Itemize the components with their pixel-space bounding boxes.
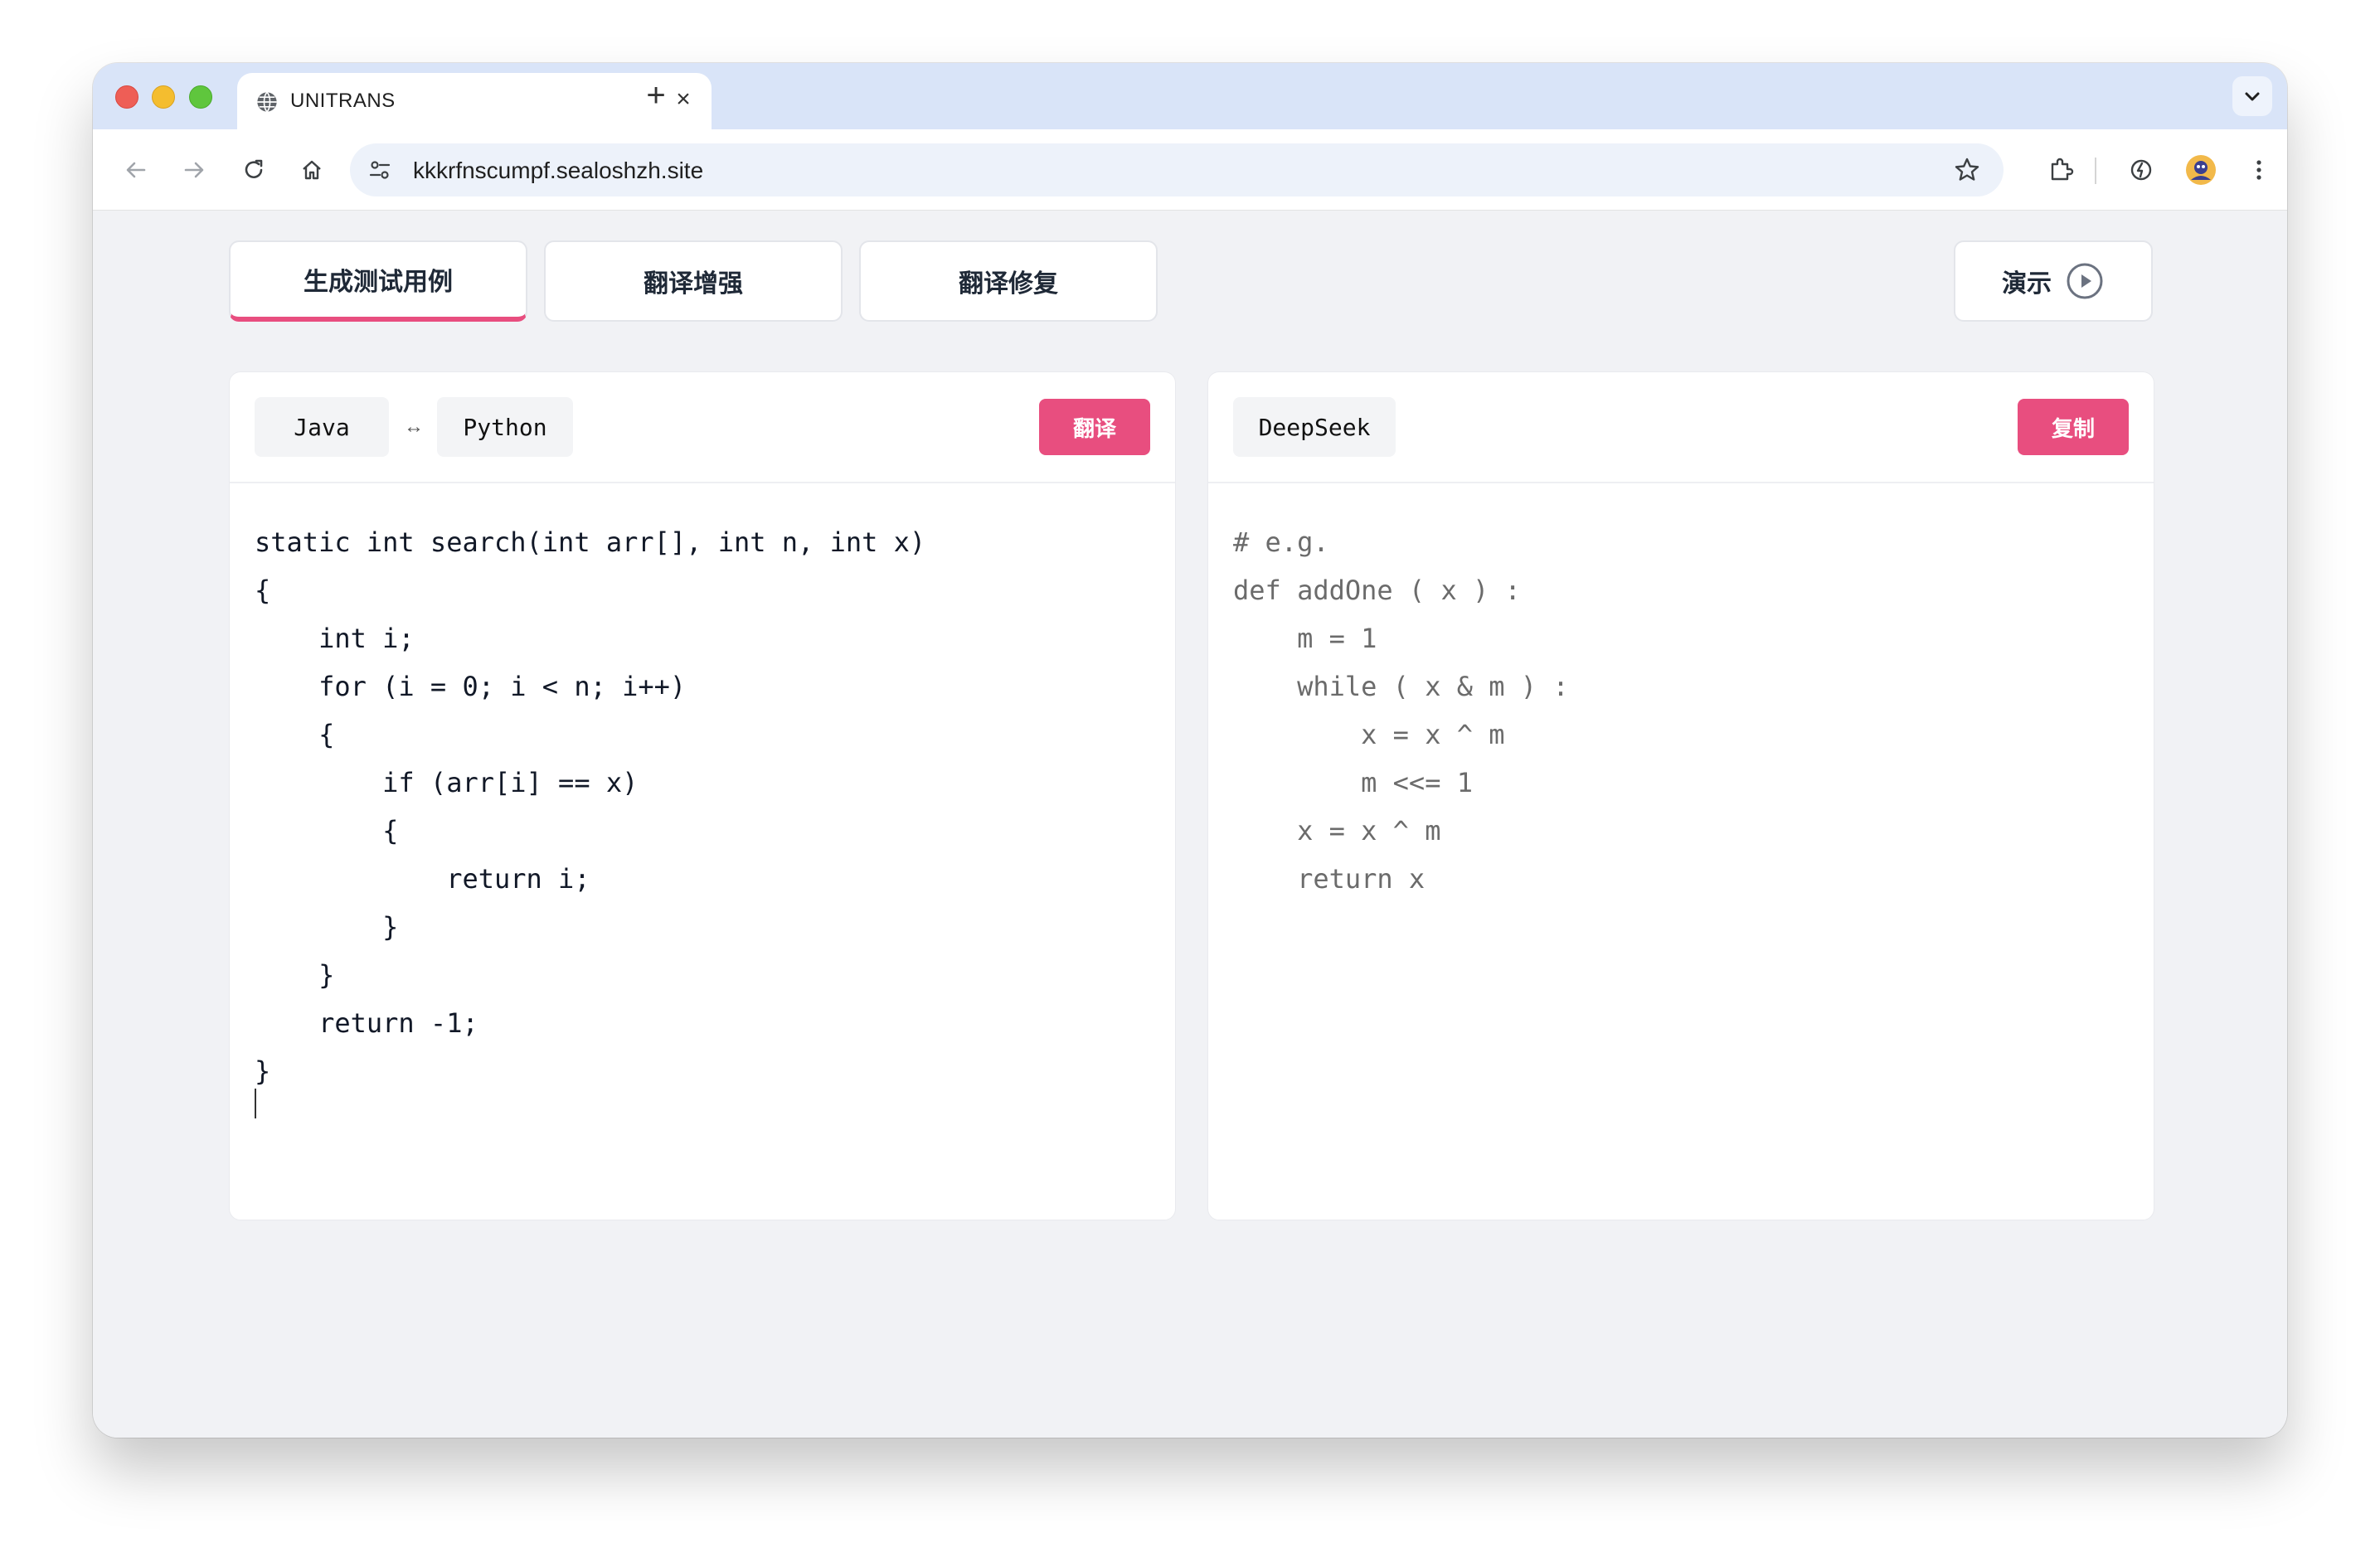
home-icon [303, 160, 321, 180]
tab-strip: UNITRANS × + [93, 63, 2287, 129]
globe-icon [257, 91, 277, 113]
performance-button[interactable] [2121, 150, 2161, 190]
reload-button[interactable] [234, 150, 274, 190]
address-bar[interactable]: kkkrfnscumpf.sealoshzh.site [350, 143, 2004, 196]
speed-icon [2130, 159, 2152, 181]
output-panel-header: DeepSeek 复制 [1208, 372, 2154, 483]
demo-button-label: 演示 [2002, 270, 2052, 298]
target-language-select[interactable]: Python [437, 397, 573, 457]
more-vert-icon [2256, 160, 2261, 180]
arrow-right-icon [184, 162, 204, 178]
forward-button[interactable] [174, 150, 214, 190]
profile-button[interactable] [2181, 150, 2221, 190]
site-settings-icon[interactable] [367, 157, 393, 183]
tab-generate-test-cases[interactable]: 生成测试用例 [229, 240, 527, 322]
translate-button[interactable]: 翻译 [1039, 399, 1150, 455]
back-button[interactable] [116, 150, 156, 190]
extensions-button[interactable] [2042, 150, 2081, 190]
play-circle-icon [2067, 263, 2103, 299]
tab-translation-repair[interactable]: 翻译修复 [859, 240, 1158, 322]
tab-search-button[interactable] [2232, 76, 2272, 116]
minimize-window-button[interactable] [152, 85, 175, 109]
text-cursor [255, 1089, 256, 1118]
tab-title: UNITRANS [290, 90, 396, 112]
source-code-panel: Java ↔ Python 翻译 static int search(int a… [229, 371, 1176, 1220]
demo-button[interactable]: 演示 [1954, 240, 2153, 322]
page-content: 生成测试用例 翻译增强 翻译修复 演示 Java ↔ Python 翻译 sta… [93, 211, 2287, 1438]
copy-button[interactable]: 复制 [2018, 399, 2129, 455]
browser-toolbar: kkkrfnscumpf.sealoshzh.site [93, 129, 2287, 211]
url-text: kkkrfnscumpf.sealoshzh.site [413, 158, 704, 183]
browser-menu-button[interactable] [2239, 150, 2279, 190]
model-select[interactable]: DeepSeek [1233, 397, 1396, 457]
maximize-window-button[interactable] [189, 85, 212, 109]
output-code-panel: DeepSeek 复制 # e.g. def addOne ( x ) : m … [1207, 371, 2154, 1220]
source-panel-header: Java ↔ Python 翻译 [230, 372, 1175, 483]
new-tab-button[interactable]: + [635, 75, 677, 116]
swap-languages-icon[interactable]: ↔ [404, 415, 424, 439]
close-window-button[interactable] [115, 85, 138, 109]
arrow-left-icon [126, 162, 146, 178]
output-code-area[interactable]: # e.g. def addOne ( x ) : m = 1 while ( … [1233, 518, 2129, 903]
bookmark-star-icon[interactable] [1952, 155, 1982, 185]
tab-translation-enhance[interactable]: 翻译增强 [544, 240, 843, 322]
chevron-down-icon [2245, 92, 2260, 101]
home-button[interactable] [292, 150, 332, 190]
avatar [2186, 155, 2216, 185]
toolbar-divider [2095, 158, 2096, 184]
source-code-editor[interactable]: static int search(int arr[], int n, int … [255, 518, 1150, 1095]
puzzle-icon [2051, 158, 2074, 181]
source-language-select[interactable]: Java [255, 397, 389, 457]
reload-icon [245, 159, 263, 178]
browser-window: UNITRANS × + kkkrfnscumpf.sealoshzh.site… [93, 63, 2287, 1438]
